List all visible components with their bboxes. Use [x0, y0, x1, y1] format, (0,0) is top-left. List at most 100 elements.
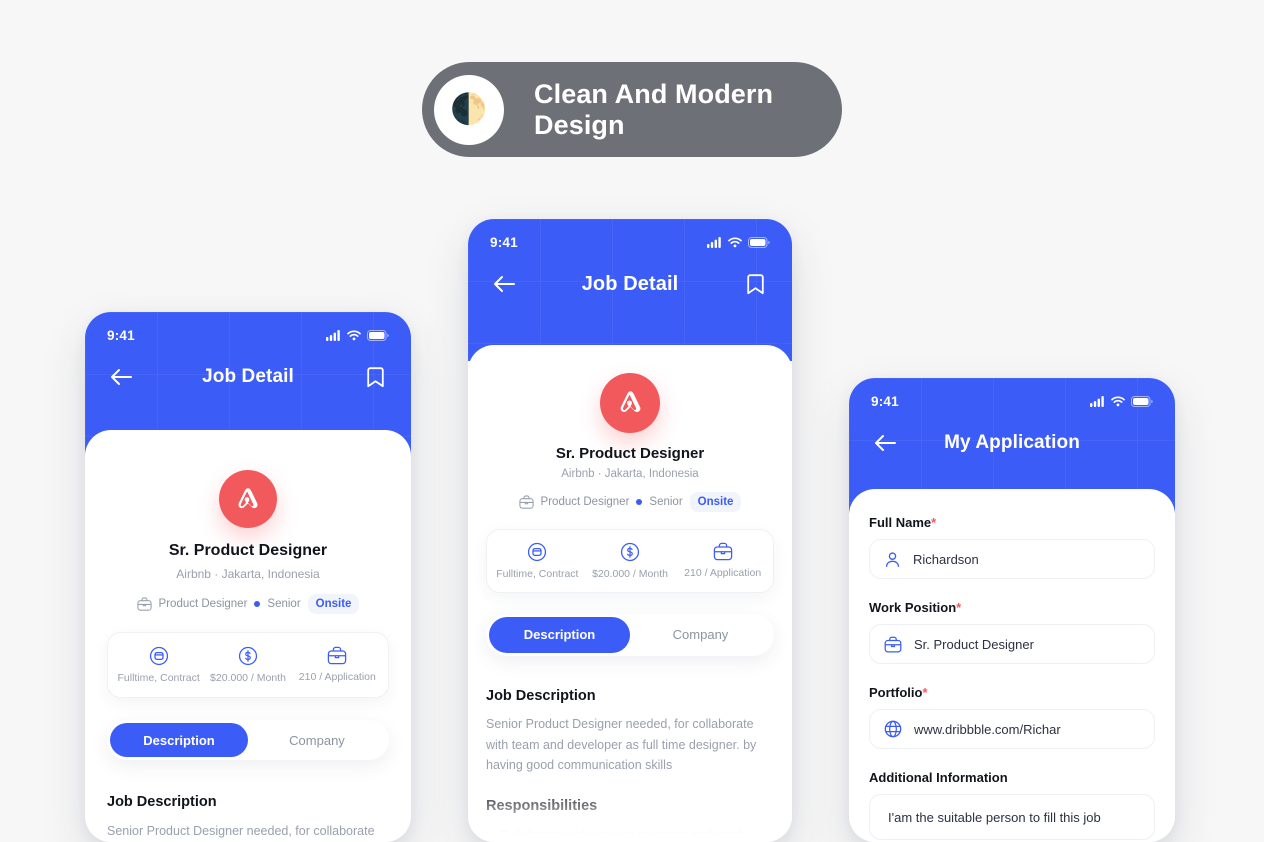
section-title-job-description: Job Description [486, 687, 596, 704]
briefcase-icon [136, 597, 152, 612]
tab-description[interactable]: Description [489, 616, 630, 653]
job-tabs: Description Company [486, 613, 774, 656]
info-item: $20.000 / Month [584, 542, 677, 580]
status-bar: 9:41 [85, 312, 411, 343]
info-item: $20.000 / Month [203, 646, 292, 684]
back-button[interactable] [873, 431, 897, 455]
bookmark-button[interactable] [744, 272, 768, 296]
battery-icon [748, 237, 770, 248]
field-label-full-name: Full Name* [869, 515, 1155, 530]
dollar-circle-icon [238, 647, 258, 666]
job-level: Senior [267, 598, 301, 611]
user-icon [885, 551, 900, 567]
info-label: $20.000 / Month [592, 567, 668, 580]
airbnb-logo-icon [219, 470, 277, 529]
status-bar-time: 9:41 [490, 235, 518, 250]
additional-information-value: I'am the suitable person to fill this jo… [888, 809, 1101, 825]
job-title: Sr. Product Designer [555, 444, 705, 462]
arrow-left-icon [494, 276, 515, 292]
tab-description[interactable]: Description [110, 723, 248, 758]
job-tag-row: Product Designer Senior Onsite [486, 491, 774, 512]
job-detail-sheet: Sr. Product Designer Airbnb · Jakarta, I… [85, 430, 411, 842]
portfolio-value: www.dribbble.com/Richar [914, 721, 1061, 737]
info-label: $20.000 / Month [210, 672, 286, 685]
job-category: Product Designer [158, 598, 248, 611]
briefcase-icon [713, 542, 732, 561]
status-bar: 9:41 [468, 219, 792, 250]
info-item: Fulltime, Contract [114, 646, 203, 684]
field-label-work-position: Work Position* [869, 600, 1155, 615]
status-bar: 9:41 [849, 378, 1175, 409]
info-label: Fulltime, Contract [117, 672, 200, 685]
back-button[interactable] [109, 365, 133, 389]
required-asterisk: * [956, 600, 962, 615]
airbnb-logo-icon [600, 372, 660, 433]
full-name-input[interactable]: Richardson [869, 539, 1155, 579]
responsibility-text: Collaborate with product manager and tea… [499, 828, 746, 842]
page-title: My Application [944, 432, 1080, 453]
info-label: Fulltime, Contract [496, 567, 579, 580]
job-info-card: Fulltime, Contract $20.000 / Month 210 /… [107, 632, 389, 699]
briefcase-icon [328, 647, 347, 665]
phone-my-application-right: 9:41 My Application Full Name* Richardso… [849, 378, 1175, 842]
field-label-portfolio: Portfolio* [869, 685, 1155, 700]
status-bar-time: 9:41 [871, 394, 899, 409]
bookmark-icon [747, 273, 765, 294]
job-info-card: Fulltime, Contract $20.000 / Month 210 /… [486, 528, 774, 593]
status-bar-icons [326, 330, 389, 341]
arrow-left-icon [111, 369, 132, 385]
job-description-body: Senior Product Designer needed, for coll… [486, 716, 757, 773]
wifi-icon [1111, 396, 1125, 407]
application-form-sheet: Full Name* Richardson Work Position* Sr.… [849, 489, 1175, 842]
nav-bar: Job Detail [468, 250, 792, 296]
status-bar-icons [1090, 396, 1153, 407]
design-showcase-canvas: 🌓 Clean And Modern Design 9:41 Job Detai… [0, 0, 1264, 842]
status-badge: Onsite [307, 594, 360, 615]
job-tabs: Description Company [107, 720, 389, 761]
portfolio-input[interactable]: www.dribbble.com/Richar [869, 709, 1155, 749]
page-title: Job Detail [581, 272, 679, 295]
job-tag-row: Product Designer Senior Onsite [107, 594, 389, 615]
required-asterisk: * [922, 685, 928, 700]
job-category: Product Designer [540, 495, 630, 508]
info-item: 210 / Application [293, 646, 382, 684]
separator-dot-icon [254, 601, 261, 608]
page-title: Job Detail [202, 366, 294, 387]
info-label: 210 / Application [298, 671, 376, 684]
job-meta: Airbnb · Jakarta, Indonesia [561, 467, 699, 480]
required-asterisk: * [931, 515, 937, 530]
dollar-circle-icon [620, 542, 640, 561]
status-bar-time: 9:41 [107, 328, 135, 343]
label-text: Full Name [869, 515, 932, 530]
tab-company[interactable]: Company [248, 723, 386, 757]
status-bar-icons [707, 237, 770, 248]
airbnb-belo-icon [620, 391, 640, 413]
additional-information-input[interactable]: I'am the suitable person to fill this jo… [869, 794, 1155, 840]
battery-icon [1131, 396, 1153, 407]
phone-job-detail-left: 9:41 Job Detail Sr. Product Designer Air… [85, 312, 411, 842]
bookmark-icon [366, 366, 384, 387]
tab-company[interactable]: Company [630, 617, 771, 653]
arrow-left-icon [875, 435, 896, 451]
signal-icon [326, 330, 340, 341]
info-item: 210 / Application [676, 542, 769, 580]
briefcase-icon [884, 636, 902, 652]
app-header: 9:41 [468, 219, 792, 361]
nav-bar: Job Detail [85, 343, 411, 389]
work-position-input[interactable]: Sr. Product Designer [869, 624, 1155, 664]
back-button[interactable] [492, 272, 516, 296]
job-title: Sr. Product Designer [168, 542, 328, 560]
separator-dot-icon [636, 498, 643, 505]
globe-icon [884, 720, 902, 738]
wifi-icon [347, 330, 361, 341]
bookmark-button[interactable] [363, 365, 387, 389]
signal-icon [707, 237, 721, 248]
wifi-icon [728, 237, 742, 248]
half-moon-icon: 🌓 [450, 92, 488, 126]
clock-circle-icon [149, 647, 168, 666]
job-level: Senior [649, 495, 683, 508]
airbnb-belo-icon [238, 488, 258, 509]
label-text: Work Position [869, 600, 957, 615]
clock-circle-icon [528, 542, 547, 561]
